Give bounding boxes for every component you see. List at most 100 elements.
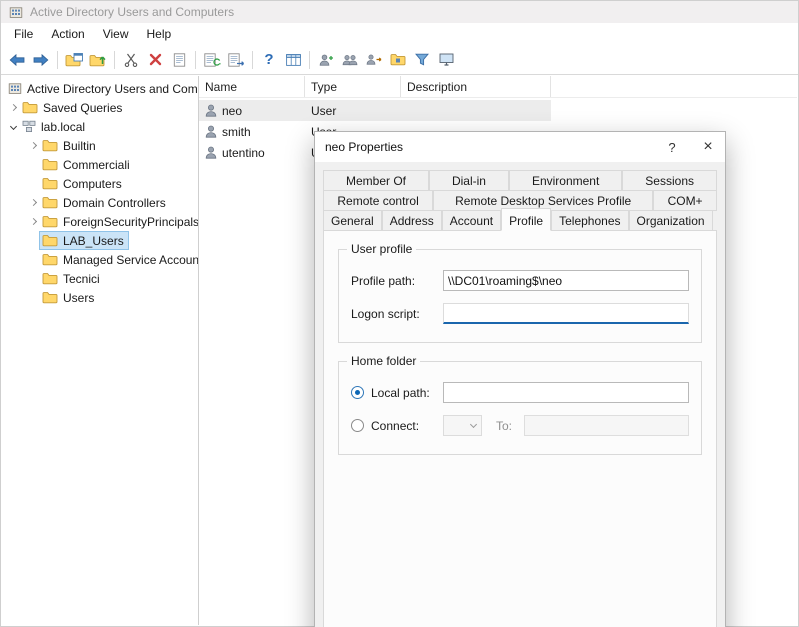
dialog-help-button[interactable]: ? — [655, 132, 689, 162]
profile-path-label: Profile path: — [351, 274, 443, 288]
expander-spacer — [26, 288, 40, 307]
tab-remote-control[interactable]: Remote control — [323, 190, 433, 211]
connect-radio[interactable] — [351, 419, 364, 432]
tab-organization[interactable]: Organization — [629, 210, 713, 231]
local-path-radio[interactable] — [351, 386, 364, 399]
tab-com-plus[interactable]: COM+ — [653, 190, 717, 211]
new-ou-button[interactable] — [386, 48, 410, 72]
tab-environment[interactable]: Environment — [509, 170, 622, 191]
tab-telephones[interactable]: Telephones — [551, 210, 628, 231]
add-to-group-button[interactable] — [362, 48, 386, 72]
tab-dial-in[interactable]: Dial-in — [429, 170, 509, 191]
new-user-button[interactable] — [314, 48, 338, 72]
folder-icon — [42, 272, 58, 285]
dialog-titlebar: neo Properties ? × — [315, 132, 725, 162]
tree-item-foreign-security-principals[interactable]: ForeignSecurityPrincipals — [2, 212, 198, 231]
help-icon: ? — [264, 52, 273, 67]
profile-path-input[interactable] — [443, 270, 689, 291]
delete-button[interactable] — [143, 48, 167, 72]
tab-strip: Member Of Dial-in Environment Sessions R… — [315, 162, 725, 231]
toolbar-separator — [309, 51, 310, 69]
group-legend: User profile — [347, 242, 416, 256]
tree-item-label: Builtin — [63, 139, 96, 153]
menubar: File Action View Help — [1, 23, 798, 45]
local-path-input[interactable] — [443, 382, 689, 403]
logon-script-input[interactable] — [443, 303, 689, 324]
forward-button[interactable] — [29, 48, 53, 72]
expander[interactable] — [26, 136, 40, 155]
connect-path-input[interactable] — [524, 415, 689, 436]
tab-profile[interactable]: Profile — [501, 208, 551, 231]
app-icon — [9, 6, 23, 19]
help-icon: ? — [668, 140, 675, 155]
properties-icon — [173, 53, 186, 67]
expander[interactable] — [26, 193, 40, 212]
table-view-button[interactable] — [281, 48, 305, 72]
expander[interactable] — [26, 212, 40, 231]
tree-item-root[interactable]: Active Directory Users and Computers — [2, 79, 198, 98]
cell-name: neo — [222, 104, 242, 118]
expander-spacer — [26, 155, 40, 174]
dialog-close-button[interactable]: × — [691, 132, 725, 162]
tree-item-lab-local[interactable]: lab.local — [2, 117, 198, 136]
user-icon — [205, 104, 217, 117]
group-legend: Home folder — [347, 354, 420, 368]
drive-letter-select[interactable] — [443, 415, 482, 436]
remote-control-button[interactable] — [434, 48, 458, 72]
tab-address[interactable]: Address — [382, 210, 442, 231]
expander[interactable] — [6, 98, 20, 117]
new-ou-icon — [390, 53, 406, 66]
menu-view[interactable]: View — [94, 24, 138, 44]
remote-control-icon — [439, 53, 454, 66]
column-header-name[interactable]: Name — [199, 76, 305, 97]
tree-item-lab-users[interactable]: LAB_Users — [2, 231, 198, 250]
properties-button[interactable] — [167, 48, 191, 72]
tab-row-3: General Address Account Profile Telephon… — [323, 210, 717, 231]
back-icon — [9, 54, 25, 66]
folder-icon — [42, 196, 58, 209]
expander[interactable] — [6, 117, 20, 136]
filter-button[interactable] — [410, 48, 434, 72]
refresh-button[interactable] — [200, 48, 224, 72]
tree-item-users[interactable]: Users — [2, 288, 198, 307]
tree-item-label: Commerciali — [63, 158, 130, 172]
toolbar-separator — [57, 51, 58, 69]
tree-item-domain-controllers[interactable]: Domain Controllers — [2, 193, 198, 212]
list-item-neo[interactable]: neo User — [199, 100, 551, 121]
tree-item-managed-service-accounts[interactable]: Managed Service Accounts — [2, 250, 198, 269]
tree-item-builtin[interactable]: Builtin — [2, 136, 198, 155]
new-group-button[interactable] — [338, 48, 362, 72]
tab-row-1: Member Of Dial-in Environment Sessions — [323, 170, 717, 191]
window-title: Active Directory Users and Computers — [30, 5, 234, 19]
tree-item-label: ForeignSecurityPrincipals — [63, 215, 199, 229]
menu-action[interactable]: Action — [42, 24, 93, 44]
tree-item-saved-queries[interactable]: Saved Queries — [2, 98, 198, 117]
tree-item-computers[interactable]: Computers — [2, 174, 198, 193]
export-list-button[interactable] — [224, 48, 248, 72]
tree-item-tecnici[interactable]: Tecnici — [2, 269, 198, 288]
tab-general[interactable]: General — [323, 210, 382, 231]
cut-button[interactable] — [119, 48, 143, 72]
tab-sessions[interactable]: Sessions — [622, 170, 717, 191]
column-header-type[interactable]: Type — [305, 76, 401, 97]
menu-file[interactable]: File — [5, 24, 42, 44]
console-tree-button[interactable] — [62, 48, 86, 72]
tree-item-label: LAB_Users — [63, 234, 124, 248]
help-button[interactable]: ? — [257, 48, 281, 72]
chevron-right-icon — [9, 104, 16, 111]
menu-help[interactable]: Help — [138, 24, 181, 44]
toolbar-separator — [114, 51, 115, 69]
folder-icon — [42, 139, 58, 152]
cut-icon — [124, 53, 138, 67]
column-header-description[interactable]: Description — [401, 76, 551, 97]
main-window: Active Directory Users and Computers Fil… — [0, 0, 799, 627]
up-level-button[interactable] — [86, 48, 110, 72]
tree-item-commerciali[interactable]: Commerciali — [2, 155, 198, 174]
tab-member-of[interactable]: Member Of — [323, 170, 429, 191]
toolbar: ? — [1, 45, 798, 75]
profile-tab-page: User profile Profile path: Logon script:… — [323, 230, 717, 627]
tab-account[interactable]: Account — [442, 210, 501, 231]
refresh-icon — [204, 53, 221, 67]
new-group-icon — [342, 53, 358, 66]
back-button[interactable] — [5, 48, 29, 72]
